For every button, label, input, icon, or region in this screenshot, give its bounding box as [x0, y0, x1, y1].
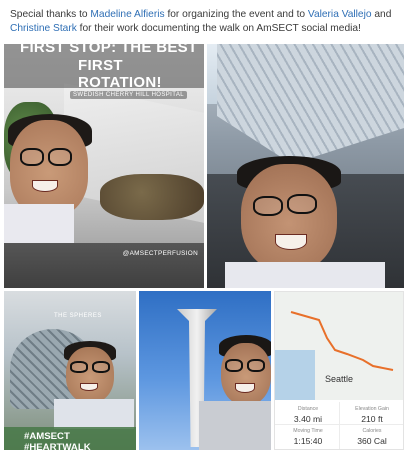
hashtags: #AMSECT #HEARTWALK: [24, 431, 91, 450]
post-caption: Special thanks to Madeline Alfieris for …: [10, 8, 402, 36]
person-face: [221, 343, 271, 405]
person-face: [10, 120, 88, 216]
glasses: [253, 196, 283, 216]
stat-value: 360 Cal: [357, 436, 387, 446]
smile: [235, 383, 255, 393]
stat-label: Calories: [362, 428, 382, 434]
map-city-label: Seattle: [325, 374, 354, 384]
photo-building-selfie[interactable]: [207, 44, 404, 288]
mention-christine-stark[interactable]: Christine Stark: [10, 23, 77, 34]
smile: [80, 383, 98, 391]
caption-text: Special thanks to: [10, 9, 91, 20]
banner-line-1: FIRST STOP: THE BEST: [20, 44, 198, 56]
glasses: [287, 194, 317, 214]
smile: [275, 234, 307, 250]
photo-spheres-selfie[interactable]: THE SPHERES #AMSECT #HEARTWALK: [4, 291, 136, 450]
glasses: [20, 148, 44, 166]
stat-value: 3.40 mi: [293, 414, 323, 424]
activity-map-card[interactable]: Seattle Distance 3.40 mi Elevation Gain …: [274, 291, 404, 450]
person-face: [66, 347, 114, 403]
photo-hospital-selfie[interactable]: FIRST STOP: THE BEST FIRST ROTATION! SWE…: [4, 44, 204, 288]
stat-label: Distance: [297, 406, 319, 412]
person-face: [241, 164, 337, 272]
location-sticker: SWEDISH CHERRY HILL HOSPITAL: [70, 91, 188, 99]
mention-madeline-alfieris[interactable]: Madeline Alfieris: [90, 9, 164, 20]
stat-value: 210 ft: [361, 414, 383, 424]
glasses: [70, 361, 88, 373]
divider: [339, 402, 340, 449]
caption-text: and: [371, 9, 392, 20]
stat-distance: Distance 3.40 mi: [277, 406, 339, 424]
location-label: THE SPHERES: [54, 313, 102, 319]
stat-elevation: Elevation Gain 210 ft: [341, 406, 403, 424]
caption-text: for their work documenting the walk on A…: [76, 23, 361, 34]
stat-label: Elevation Gain: [355, 406, 389, 412]
glass-building: [217, 44, 404, 164]
glasses: [225, 359, 243, 372]
stat-moving-time: Moving Time 1:15:40: [277, 428, 339, 446]
mention-valeria-vallejo[interactable]: Valeria Vallejo: [308, 9, 372, 20]
person-shirt: [4, 204, 74, 244]
smile: [32, 180, 58, 192]
person-shirt: [54, 399, 134, 429]
glasses: [92, 361, 110, 373]
stat-label: Moving Time: [293, 428, 323, 434]
glasses: [48, 148, 72, 166]
photo-space-needle-selfie[interactable]: [139, 291, 271, 450]
person-shirt: [225, 262, 385, 288]
stat-calories: Calories 360 Cal: [341, 428, 403, 446]
glasses: [247, 359, 265, 372]
stat-value: 1:15:40: [293, 436, 323, 446]
photo-collage: FIRST STOP: THE BEST FIRST ROTATION! SWE…: [4, 44, 404, 450]
person-shirt: [199, 401, 271, 450]
banner-line-2: FIRST ROTATION!: [78, 57, 162, 91]
shrub: [100, 174, 204, 220]
caption-text: for organizing the event and to: [164, 9, 308, 20]
account-handle: @AMSECTPERFUSION: [122, 250, 198, 257]
